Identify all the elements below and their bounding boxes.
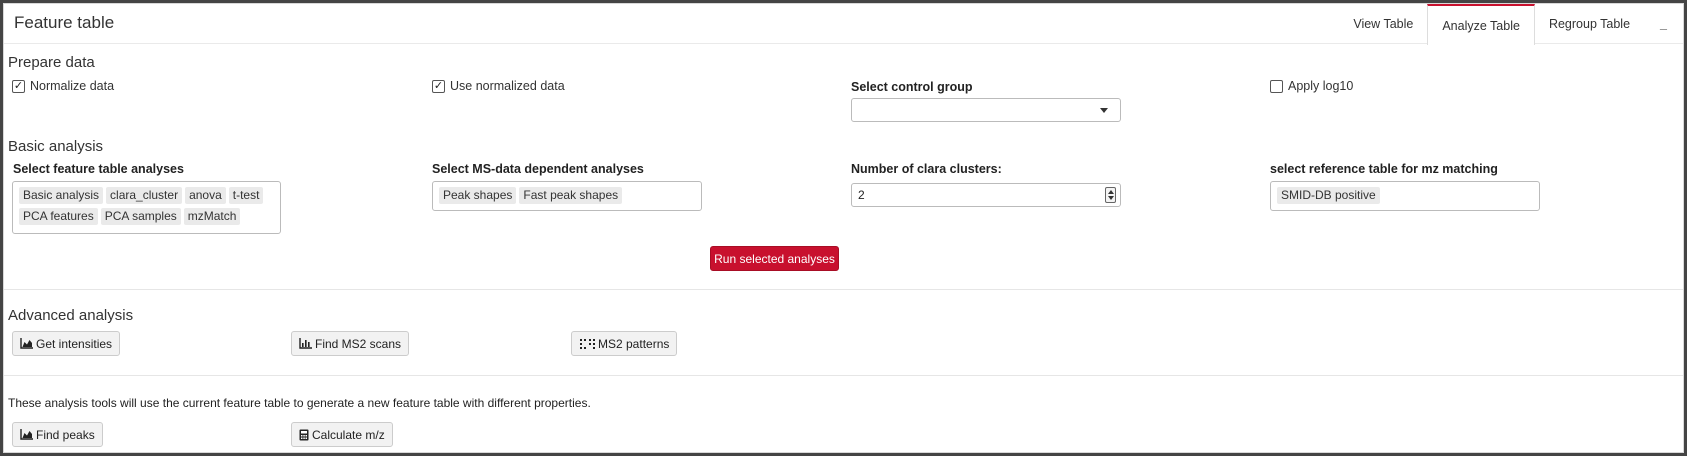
feature-table-panel: Feature table View Table Analyze Table R… [3, 3, 1684, 453]
find-peaks-label: Find peaks [36, 427, 95, 442]
find-peaks-button[interactable]: Find peaks [12, 422, 103, 447]
ref-table-select[interactable]: SMID-DB positive [1270, 181, 1540, 211]
clara-clusters-value: 2 [858, 188, 865, 202]
find-ms2-button[interactable]: Find MS2 scans [291, 331, 410, 356]
tools-note: These analysis tools will use the curren… [8, 396, 591, 410]
run-analyses-button[interactable]: Run selected analyses [710, 246, 839, 271]
ref-table-label: select reference table for mz matching [1270, 162, 1498, 176]
use-normalized-checkbox[interactable]: ✓ Use normalized data [432, 79, 565, 93]
ref-tag[interactable]: SMID-DB positive [1277, 187, 1380, 204]
divider [4, 375, 1683, 376]
panel-title: Feature table [14, 13, 115, 32]
ft-analyses-label: Select feature table analyses [13, 162, 184, 176]
use-normalized-label: Use normalized data [450, 79, 565, 93]
ms-analyses-label: Select MS-data dependent analyses [432, 162, 644, 176]
normalize-checkbox[interactable]: ✓ Normalize data [12, 79, 114, 93]
caret-down-icon [1100, 108, 1108, 113]
check-icon: ✓ [12, 79, 25, 93]
bar-chart-icon [299, 338, 312, 349]
clara-clusters-input[interactable]: 2 [851, 183, 1121, 207]
apply-log10-label: Apply log10 [1288, 79, 1354, 93]
calculate-mz-label: Calculate m/z [312, 427, 385, 442]
tab-bar: View Table Analyze Table Regroup Table _ [1339, 4, 1683, 45]
ft-tag[interactable]: clara_cluster [106, 187, 183, 204]
grid-dots-icon [580, 339, 595, 349]
area-chart-icon [20, 338, 33, 349]
control-group-label: Select control group [851, 80, 973, 94]
ms-tag[interactable]: Fast peak shapes [519, 187, 623, 204]
calculator-icon [299, 429, 309, 440]
tab-view-table[interactable]: View Table [1339, 4, 1427, 44]
tab-analyze-table[interactable]: Analyze Table [1427, 4, 1535, 45]
advanced-section-title: Advanced analysis [8, 307, 134, 324]
ms-tag[interactable]: Peak shapes [439, 187, 517, 204]
tab-regroup-table[interactable]: Regroup Table [1535, 4, 1644, 44]
find-ms2-label: Find MS2 scans [315, 336, 402, 351]
ft-tag[interactable]: PCA features [19, 208, 98, 225]
panel-header: Feature table View Table Analyze Table R… [4, 4, 1683, 45]
ft-tag[interactable]: mzMatch [183, 208, 241, 225]
ft-tag[interactable]: t-test [228, 187, 264, 204]
apply-log10-checkbox[interactable]: Apply log10 [1270, 79, 1353, 93]
prepare-section-title: Prepare data [8, 54, 95, 71]
get-intensities-label: Get intensities [36, 336, 113, 351]
ms2-patterns-button[interactable]: MS2 patterns [571, 331, 678, 356]
normalize-label: Normalize data [30, 79, 115, 93]
ft-tag[interactable]: Basic analysis [19, 187, 104, 204]
control-group-select[interactable] [851, 98, 1121, 122]
ft-tag[interactable]: anova [185, 187, 226, 204]
calculate-mz-button[interactable]: Calculate m/z [291, 422, 393, 447]
check-icon: ✓ [432, 79, 445, 93]
ft-tag[interactable]: PCA samples [100, 208, 181, 225]
basic-section-title: Basic analysis [8, 138, 104, 155]
area-chart-icon [20, 429, 33, 440]
minimize-button[interactable]: _ [1644, 4, 1683, 44]
divider [4, 289, 1683, 290]
ft-analyses-select[interactable]: Basic analysis clara_cluster anova t-tes… [12, 181, 281, 234]
number-spinner[interactable] [1105, 187, 1116, 203]
get-intensities-button[interactable]: Get intensities [12, 331, 121, 356]
ms2-patterns-label: MS2 patterns [598, 336, 670, 351]
ms-analyses-select[interactable]: Peak shapes Fast peak shapes [432, 181, 702, 211]
clara-clusters-label: Number of clara clusters: [851, 162, 1002, 176]
checkbox-empty [1270, 79, 1283, 93]
